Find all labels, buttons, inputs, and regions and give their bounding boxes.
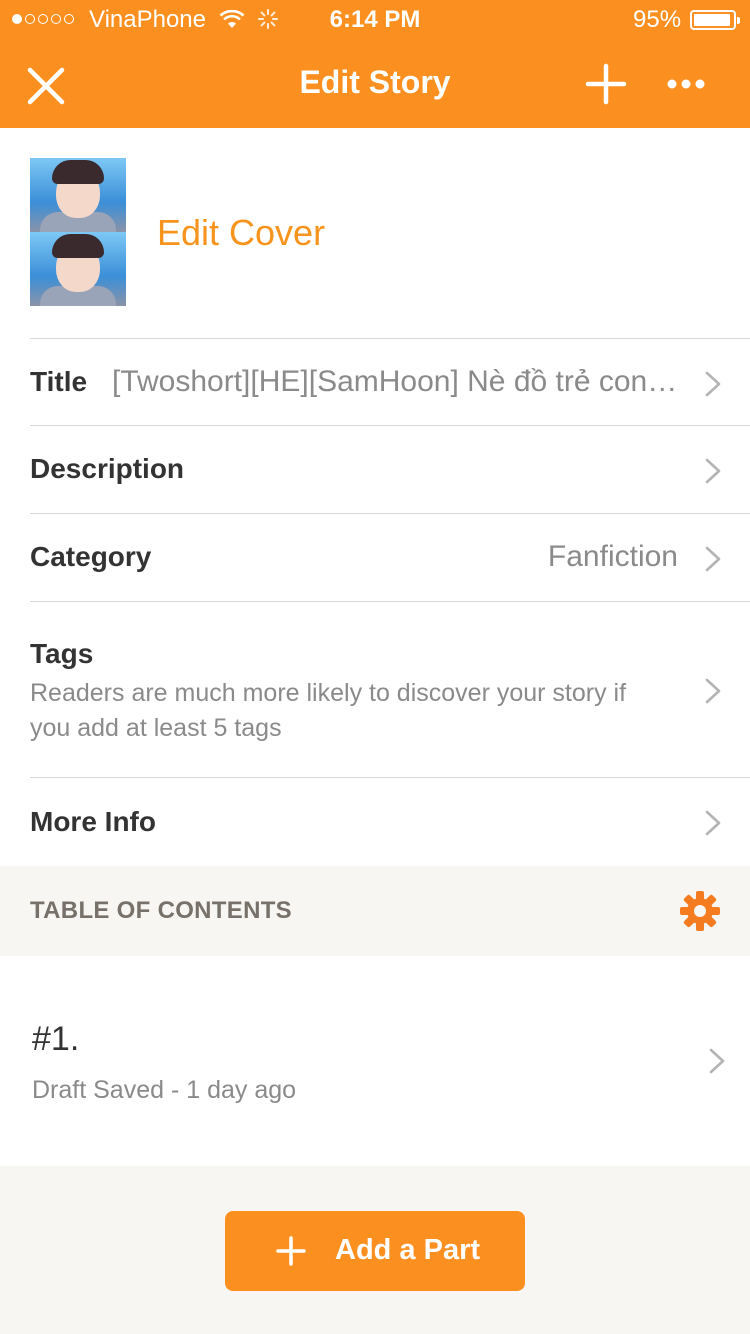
battery-nub — [737, 17, 740, 24]
chevron-right-icon — [705, 678, 721, 704]
gear-icon[interactable] — [679, 890, 721, 932]
category-value: Fanfiction — [547, 540, 678, 573]
table-of-contents-header: TABLE OF CONTENTS — [0, 866, 750, 956]
toc-title: TABLE OF CONTENTS — [30, 897, 292, 924]
list-item[interactable]: #1. Draft Saved - 1 day ago — [0, 956, 750, 1166]
more-info-row[interactable]: More Info — [30, 777, 750, 867]
status-bar: VinaPhone 6:14 PM 95% — [0, 0, 750, 40]
cover-photo-top — [30, 158, 126, 232]
battery-icon — [690, 10, 740, 30]
category-row[interactable]: Category Fanfiction — [30, 513, 750, 602]
category-label: Category — [30, 541, 152, 572]
cover-photo-bottom — [30, 232, 126, 306]
tags-hint: Readers are much more likely to discover… — [30, 679, 627, 742]
add-part-button[interactable]: Add a Part — [225, 1211, 525, 1291]
story-details: Edit Cover Title [Twoshort][HE][SamHoon]… — [0, 128, 750, 866]
edit-cover-link[interactable]: Edit Cover — [157, 212, 325, 254]
chevron-right-icon — [705, 458, 721, 484]
tags-label: Tags — [30, 638, 94, 669]
add-part-label: Add a Part — [335, 1234, 481, 1266]
cover-image[interactable] — [30, 158, 126, 306]
description-row[interactable]: Description — [30, 425, 750, 514]
part-status: Draft Saved - 1 day ago — [32, 1076, 297, 1104]
title-label: Title — [30, 366, 88, 397]
chevron-right-icon — [705, 546, 721, 572]
plus-icon — [276, 1236, 306, 1266]
title-value: [Twoshort][HE][SamHoon] Nè đồ trẻ con! Đ… — [112, 365, 678, 398]
battery-fill — [694, 14, 730, 26]
battery-percent: 95% — [633, 6, 682, 33]
chevron-right-icon — [709, 1048, 725, 1074]
more-info-label: More Info — [30, 806, 156, 837]
edit-cover-row[interactable]: Edit Cover — [0, 128, 750, 338]
chevron-right-icon — [705, 371, 721, 397]
plus-icon[interactable] — [582, 60, 630, 108]
description-label: Description — [30, 453, 185, 484]
header-bar: VinaPhone 6:14 PM 95% Edit Story — [0, 0, 750, 128]
chevron-right-icon — [705, 810, 721, 836]
more-icon[interactable] — [662, 62, 710, 106]
tags-row[interactable]: Tags Readers are much more likely to dis… — [30, 601, 750, 778]
title-row[interactable]: Title [Twoshort][HE][SamHoon] Nè đồ trẻ … — [30, 338, 750, 426]
part-number: #1. — [32, 1020, 80, 1058]
page-title: Edit Story — [299, 64, 451, 100]
